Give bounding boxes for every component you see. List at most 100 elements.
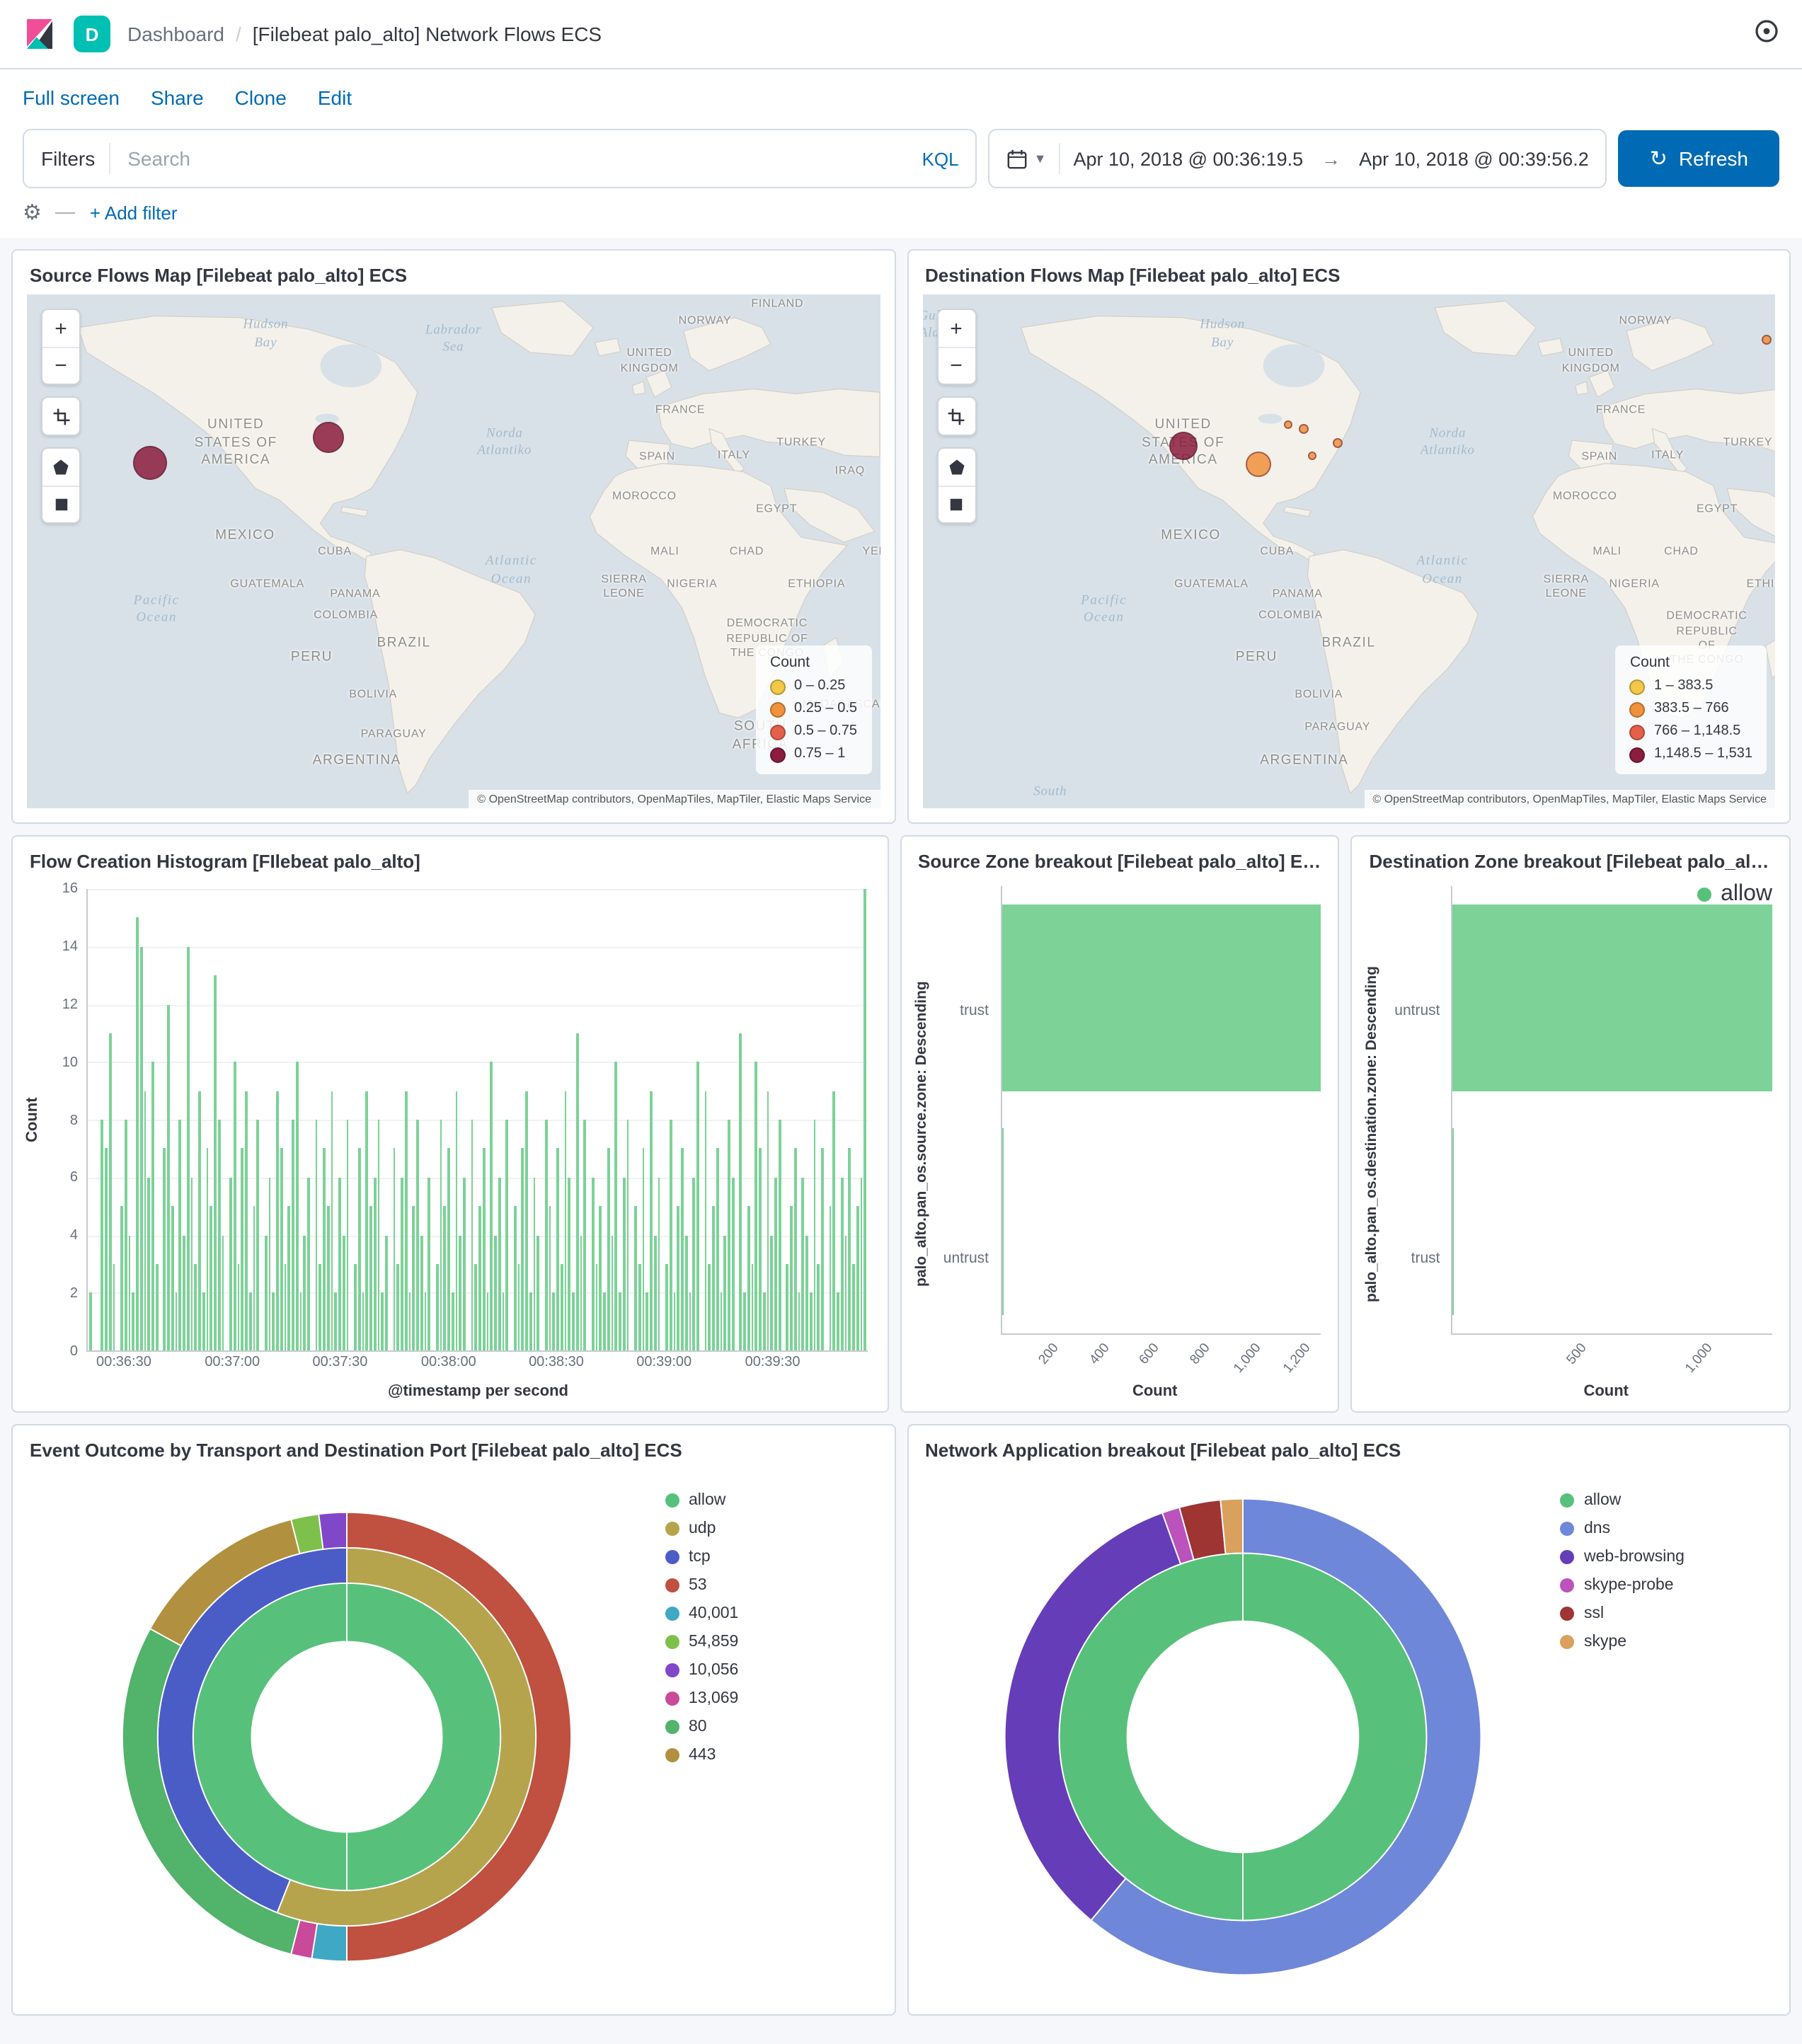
histogram-bar[interactable] bbox=[463, 1177, 466, 1350]
legend-item[interactable]: 53 bbox=[665, 1577, 877, 1594]
histogram-bar[interactable] bbox=[549, 1206, 551, 1350]
histogram-bar[interactable] bbox=[276, 1091, 279, 1350]
legend-item[interactable]: 10,056 bbox=[665, 1662, 877, 1679]
map-data-point[interactable] bbox=[312, 421, 344, 453]
histogram-bar[interactable] bbox=[315, 1120, 318, 1350]
histogram-bar[interactable] bbox=[354, 1263, 357, 1350]
histogram-bar[interactable] bbox=[770, 1235, 773, 1350]
histogram-bar[interactable] bbox=[295, 1062, 298, 1350]
space-badge[interactable]: D bbox=[74, 16, 110, 52]
histogram-bar[interactable] bbox=[198, 1091, 201, 1350]
legend-item[interactable]: dns bbox=[1560, 1520, 1772, 1537]
histogram-bar[interactable] bbox=[136, 917, 139, 1350]
histogram-bar[interactable] bbox=[202, 1292, 205, 1350]
histogram-bar[interactable] bbox=[128, 1235, 131, 1350]
histogram-bar[interactable] bbox=[580, 1235, 583, 1350]
histogram-bar[interactable] bbox=[767, 1091, 769, 1350]
help-icon[interactable] bbox=[1754, 18, 1779, 50]
histogram-bar[interactable] bbox=[303, 1235, 306, 1350]
panel-title[interactable]: Flow Creation Histogram [FIlebeat palo_a… bbox=[13, 837, 887, 880]
histogram-bar[interactable] bbox=[856, 1206, 859, 1350]
histogram-bar[interactable] bbox=[287, 1206, 290, 1350]
zone-bar-trust[interactable] bbox=[1002, 904, 1321, 1092]
map-data-point[interactable] bbox=[1332, 437, 1343, 448]
histogram-bar[interactable] bbox=[471, 1120, 474, 1350]
histogram-bar[interactable] bbox=[754, 1062, 757, 1350]
histogram-bar[interactable] bbox=[427, 1177, 430, 1350]
histogram-bar[interactable] bbox=[658, 1177, 660, 1350]
legend-item[interactable]: allow bbox=[665, 1492, 877, 1509]
histogram-bar[interactable] bbox=[362, 1292, 365, 1350]
histogram-bar[interactable] bbox=[720, 1292, 723, 1350]
histogram-bar[interactable] bbox=[241, 1148, 243, 1350]
zone-bar-untrust[interactable] bbox=[1452, 904, 1772, 1092]
histogram-bar[interactable] bbox=[645, 1292, 648, 1350]
histogram-bar[interactable] bbox=[186, 946, 189, 1350]
destination-map-canvas[interactable]: + − Count 1 – 383.5 383.5 – 766 766 – 1,… bbox=[922, 294, 1775, 808]
histogram-bar[interactable] bbox=[677, 1206, 679, 1350]
map-data-point[interactable] bbox=[1299, 424, 1309, 435]
gear-icon[interactable]: ⚙ bbox=[23, 202, 42, 224]
histogram-bar[interactable] bbox=[183, 1235, 185, 1350]
histogram-bar[interactable] bbox=[505, 1120, 508, 1350]
map-legend-item[interactable]: 0.5 – 0.75 bbox=[770, 720, 857, 743]
donut-slice-10,056[interactable] bbox=[318, 1510, 348, 1549]
histogram-bar[interactable] bbox=[144, 1091, 147, 1350]
date-from[interactable]: Apr 10, 2018 @ 00:36:19.5 bbox=[1073, 148, 1303, 169]
zoom-in-button[interactable]: + bbox=[938, 310, 975, 347]
histogram-bar[interactable] bbox=[229, 1177, 232, 1350]
histogram-bar[interactable] bbox=[381, 1292, 384, 1350]
histogram-bar[interactable] bbox=[689, 1292, 691, 1350]
histogram-bar[interactable] bbox=[373, 1177, 376, 1350]
histogram-bar[interactable] bbox=[451, 1292, 454, 1350]
legend-item[interactable]: 443 bbox=[665, 1747, 877, 1764]
histogram-bar[interactable] bbox=[517, 1263, 520, 1350]
histogram-bar[interactable] bbox=[401, 1177, 403, 1350]
histogram-bar[interactable] bbox=[440, 1120, 442, 1350]
histogram-bar[interactable] bbox=[459, 1235, 461, 1350]
histogram-bar[interactable] bbox=[821, 1148, 824, 1350]
refresh-button[interactable]: ↻ Refresh bbox=[1618, 130, 1779, 187]
histogram-bar[interactable] bbox=[155, 1263, 158, 1350]
histogram-bar[interactable] bbox=[284, 1263, 287, 1350]
map-legend-item[interactable]: 1 – 383.5 bbox=[1629, 675, 1752, 698]
histogram-bar[interactable] bbox=[455, 1091, 458, 1350]
histogram-bar[interactable] bbox=[338, 1177, 341, 1350]
histogram-bar[interactable] bbox=[206, 1148, 209, 1350]
histogram-bar[interactable] bbox=[692, 1177, 695, 1350]
histogram-bar[interactable] bbox=[575, 1033, 578, 1350]
histogram-bar[interactable] bbox=[494, 1235, 497, 1350]
histogram-bar[interactable] bbox=[365, 1091, 368, 1350]
histogram-bar[interactable] bbox=[533, 1177, 536, 1350]
filters-dropdown[interactable]: Filters bbox=[41, 147, 95, 170]
histogram-bar[interactable] bbox=[233, 1062, 236, 1350]
histogram-bar[interactable] bbox=[595, 1263, 598, 1350]
source-map-canvas[interactable]: + − Count 0 – 0.25 0.25 – 0.5 0.5 – 0.75… bbox=[27, 294, 880, 808]
histogram-bar[interactable] bbox=[175, 1292, 178, 1350]
draw-polygon-icon[interactable] bbox=[938, 449, 975, 486]
histogram-bar[interactable] bbox=[599, 1206, 602, 1350]
calendar-icon[interactable]: ▼ bbox=[1007, 148, 1046, 169]
histogram-bar[interactable] bbox=[751, 1263, 754, 1350]
draw-polygon-icon[interactable] bbox=[42, 449, 79, 486]
histogram-bar[interactable] bbox=[728, 1120, 730, 1350]
zoom-in-button[interactable]: + bbox=[42, 310, 79, 347]
histogram-bar[interactable] bbox=[194, 1263, 197, 1350]
histogram-bar[interactable] bbox=[214, 975, 217, 1350]
histogram-bar[interactable] bbox=[837, 1292, 839, 1350]
histogram-bar[interactable] bbox=[147, 1177, 150, 1350]
map-data-point[interactable] bbox=[1308, 451, 1317, 460]
histogram-bar[interactable] bbox=[416, 1120, 419, 1350]
histogram-bar[interactable] bbox=[412, 1206, 415, 1350]
histogram-bar[interactable] bbox=[120, 1206, 123, 1350]
map-legend-item[interactable]: 0 – 0.25 bbox=[770, 675, 857, 698]
legend-item[interactable]: ssl bbox=[1560, 1605, 1772, 1622]
histogram-bar[interactable] bbox=[805, 1235, 808, 1350]
histogram-bar[interactable] bbox=[723, 1235, 726, 1350]
histogram-bar[interactable] bbox=[385, 1235, 388, 1350]
histogram-bar[interactable] bbox=[486, 1292, 489, 1350]
date-to[interactable]: Apr 10, 2018 @ 00:39:56.2 bbox=[1359, 148, 1589, 169]
add-filter-button[interactable]: + Add filter bbox=[90, 202, 178, 224]
histogram-bar[interactable] bbox=[786, 1263, 788, 1350]
histogram-bar[interactable] bbox=[404, 1091, 407, 1350]
